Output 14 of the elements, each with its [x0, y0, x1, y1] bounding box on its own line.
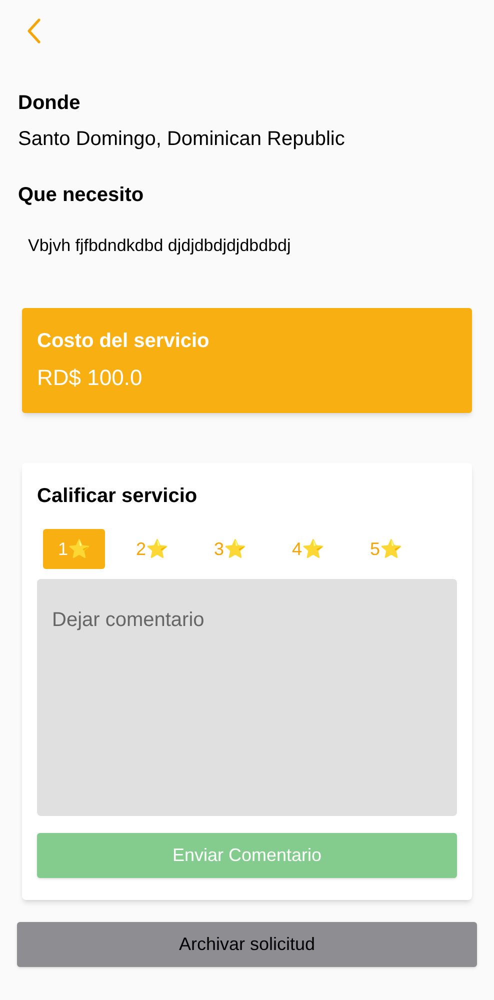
- where-label: Donde: [18, 91, 82, 116]
- need-label: Que necesito: [18, 183, 145, 208]
- where-value: Santo Domingo, Dominican Republic: [18, 127, 346, 152]
- archive-button[interactable]: Archivar solicitud: [17, 922, 477, 967]
- cost-value: RD$ 100.0: [37, 364, 144, 392]
- cost-label: Costo del servicio: [37, 329, 210, 354]
- rating-option[interactable]: 3⭐: [199, 529, 261, 569]
- rating-title: Calificar servicio: [37, 484, 198, 509]
- need-value: Vbjvh fjfbdndkdbd djdjdbdjdjdbdbdj: [28, 235, 292, 257]
- rating-option[interactable]: 1⭐: [43, 529, 105, 569]
- comment-field[interactable]: Dejar comentario: [37, 579, 457, 816]
- rating-option[interactable]: 4⭐: [277, 529, 339, 569]
- rating-option[interactable]: 5⭐: [355, 529, 417, 569]
- rating-option[interactable]: 2⭐: [121, 529, 183, 569]
